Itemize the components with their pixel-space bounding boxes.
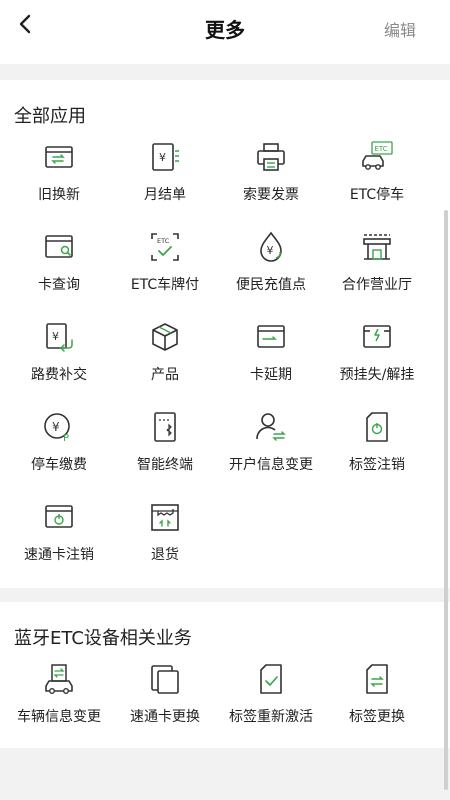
app-tile-monthly-statement[interactable]: ¥ 月结单: [112, 140, 218, 230]
app-label: 卡查询: [38, 277, 80, 293]
svg-text:¥: ¥: [159, 151, 166, 164]
app-label: 退货: [151, 547, 179, 563]
app-tile-etc-plate-pay[interactable]: ETC ETC车牌付: [112, 230, 218, 320]
printer-icon: [254, 140, 288, 174]
all-apps-grid: 旧换新 ¥ 月结单 索要发票 ETC ETC停车 卡查询 ETC ETC车牌付 …: [0, 140, 450, 590]
card-search-icon: [42, 230, 76, 264]
card-cancel-icon: [42, 500, 76, 534]
app-tile-report-loss[interactable]: 预挂失/解挂: [324, 320, 430, 410]
tag-reactivate-icon: [254, 662, 288, 696]
app-label: 产品: [151, 367, 179, 383]
bluetooth-grid: 车辆信息变更 速通卡更换 标签重新激活 标签更换: [0, 662, 450, 742]
bt-label: 标签重新激活: [229, 709, 313, 725]
monthly-statement-icon: ¥: [148, 140, 182, 174]
app-label: 索要发票: [243, 187, 299, 203]
parking-fee-icon: ¥ P: [42, 410, 76, 444]
app-tile-partner-hall[interactable]: 合作营业厅: [324, 230, 430, 320]
report-loss-icon: [360, 320, 394, 354]
scrollbar[interactable]: [444, 210, 448, 790]
svg-text:¥: ¥: [52, 420, 60, 434]
recharge-point-icon: ¥: [254, 230, 288, 264]
app-tile-return-goods[interactable]: 退货: [112, 500, 218, 590]
app-label: 合作营业厅: [342, 277, 412, 293]
account-change-icon: [254, 410, 288, 444]
toll-repay-icon: ¥: [42, 320, 76, 354]
svg-text:P: P: [63, 433, 69, 444]
app-label: 旧换新: [38, 187, 80, 203]
app-label: 速通卡注销: [24, 547, 94, 563]
bt-label: 车辆信息变更: [17, 709, 101, 725]
card-replace-icon: [148, 662, 182, 696]
etc-plate-pay-icon: ETC: [148, 230, 182, 264]
return-goods-icon: [148, 500, 182, 534]
app-label: 卡延期: [250, 367, 292, 383]
tag-cancel-icon: [360, 410, 394, 444]
bt-tile-tag-replace[interactable]: 标签更换: [324, 662, 430, 742]
app-label: 预挂失/解挂: [339, 367, 415, 383]
smart-terminal-icon: [148, 410, 182, 444]
section-title-all-apps: 全部应用: [14, 106, 86, 127]
app-tile-card-query[interactable]: 卡查询: [6, 230, 112, 320]
bt-tile-card-replace[interactable]: 速通卡更换: [112, 662, 218, 742]
app-tile-smart-terminal[interactable]: 智能终端: [112, 410, 218, 500]
app-tile-trade-in[interactable]: 旧换新: [6, 140, 112, 230]
edit-button[interactable]: 编辑: [384, 17, 416, 41]
vehicle-change-icon: [42, 662, 76, 696]
app-tile-recharge-point[interactable]: ¥ 便民充值点: [218, 230, 324, 320]
etc-parking-icon: ETC: [360, 140, 394, 174]
svg-text:¥: ¥: [267, 244, 274, 257]
card-exchange-icon: [42, 140, 76, 174]
app-label: 停车缴费: [31, 457, 87, 473]
app-label: 路费补交: [31, 367, 87, 383]
bt-label: 速通卡更换: [130, 709, 200, 725]
app-label: 标签注销: [349, 457, 405, 473]
app-label: 月结单: [144, 187, 186, 203]
app-tile-toll-repay[interactable]: ¥ 路费补交: [6, 320, 112, 410]
section-title-bluetooth: 蓝牙ETC设备相关业务: [14, 628, 192, 649]
app-label: 便民充值点: [236, 277, 306, 293]
bt-tile-vehicle-change[interactable]: 车辆信息变更: [6, 662, 112, 742]
svg-text:¥: ¥: [52, 330, 59, 343]
app-tile-card-extend[interactable]: 卡延期: [218, 320, 324, 410]
header-bar: 更多 编辑: [0, 0, 450, 64]
bt-label: 标签更换: [349, 709, 405, 725]
app-tile-product[interactable]: 产品: [112, 320, 218, 410]
all-apps-section: 全部应用 旧换新 ¥ 月结单 索要发票 ETC ETC停车 卡查询 ETC ET…: [0, 80, 450, 588]
page-title: 更多: [205, 18, 245, 42]
tag-replace-icon: [360, 662, 394, 696]
app-label: 智能终端: [137, 457, 193, 473]
svg-text:ETC: ETC: [375, 145, 388, 153]
app-label: ETC车牌付: [130, 277, 200, 293]
app-tile-card-cancel[interactable]: 速通卡注销: [6, 500, 112, 590]
bluetooth-section: 蓝牙ETC设备相关业务 车辆信息变更 速通卡更换 标签重新激活 标签更换: [0, 602, 450, 748]
app-tile-account-change[interactable]: 开户信息变更: [218, 410, 324, 500]
app-label: ETC停车: [349, 187, 405, 203]
product-box-icon: [148, 320, 182, 354]
bt-tile-tag-reactivate[interactable]: 标签重新激活: [218, 662, 324, 742]
app-tile-tag-cancel[interactable]: 标签注销: [324, 410, 430, 500]
app-tile-etc-parking[interactable]: ETC ETC停车: [324, 140, 430, 230]
app-tile-parking-fee[interactable]: ¥ P 停车缴费: [6, 410, 112, 500]
svg-text:ETC: ETC: [157, 237, 170, 245]
app-label: 开户信息变更: [229, 457, 313, 473]
card-extend-icon: [254, 320, 288, 354]
app-tile-invoice[interactable]: 索要发票: [218, 140, 324, 230]
service-hall-icon: [360, 230, 394, 264]
